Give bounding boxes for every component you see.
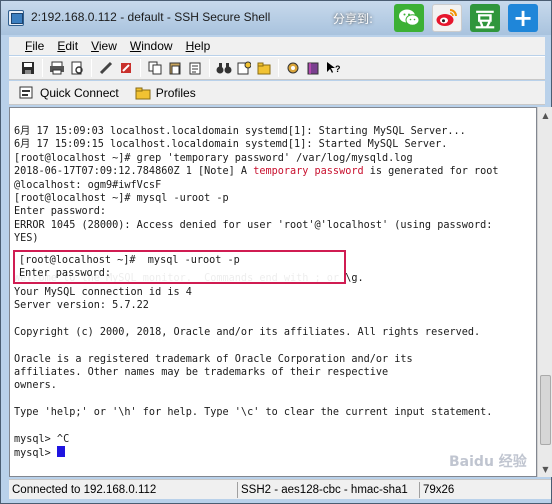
terminal-line: @localhost: ogm9#iwfVcsF <box>14 179 162 191</box>
share-weibo-button[interactable] <box>432 4 462 32</box>
find-icon[interactable] <box>97 59 115 77</box>
text-cursor <box>56 446 65 458</box>
share-label: 分享到: <box>333 12 374 26</box>
terminal-line: Your MySQL connection id is 4 <box>14 286 192 298</box>
toolbar-separator <box>140 59 141 77</box>
menu-help[interactable]: Help <box>186 39 211 53</box>
scrollbar-thumb[interactable] <box>540 375 551 445</box>
watermark: Baidu 经验 <box>449 454 527 470</box>
menu-edit[interactable]: Edit <box>57 39 78 53</box>
toolbar-separator <box>91 59 92 77</box>
terminal-line: Enter password: <box>19 268 112 280</box>
print-preview-icon[interactable] <box>68 59 86 77</box>
connect-bar: Quick Connect Profiles <box>9 81 545 105</box>
menu-bar: File Edit View Window Help <box>9 37 545 55</box>
terminal-line: Oracle is a registered trademark of Orac… <box>14 353 413 365</box>
terminal-line: ERROR 1045 (28000): Access denied for us… <box>14 219 493 231</box>
copy-icon[interactable] <box>146 59 164 77</box>
terminal-line: [root@localhost ~]# grep 'temporary pass… <box>14 152 413 164</box>
toolbar-separator <box>42 59 43 77</box>
toolbar: ? <box>9 56 545 80</box>
terminal-view[interactable]: 6月 17 15:09:03 localhost.localdomain sys… <box>9 107 537 477</box>
menu-view[interactable]: View <box>91 39 117 53</box>
terminal-line: Enter password: <box>14 206 107 218</box>
terminal-line: 2018-06-17T07:09:12.784860Z 1 [Note] A t… <box>14 166 499 178</box>
terminal-line: owners. <box>14 380 57 392</box>
wechat-icon <box>399 9 420 26</box>
settings-icon[interactable] <box>117 59 135 77</box>
toolbar-separator <box>278 59 279 77</box>
help-pointer-icon[interactable]: ? <box>324 59 342 77</box>
terminal-line: 6月 17 15:09:15 localhost.localdomain sys… <box>14 139 448 151</box>
terminal-line: YES) <box>14 233 39 245</box>
window-title: 2:192.168.0.112 - default - SSH Secure S… <box>31 10 271 24</box>
folder-icon <box>135 87 151 99</box>
profiles-label: Profiles <box>155 85 196 100</box>
annotation-highlight-box: [root@localhost ~]# mysql -uroot -p Ente… <box>13 250 346 284</box>
scroll-up-icon[interactable]: ▲ <box>538 107 552 123</box>
terminal-line: 6月 17 15:09:03 localhost.localdomain sys… <box>14 126 466 137</box>
title-bar[interactable]: 2:192.168.0.112 - default - SSH Secure S… <box>1 1 551 35</box>
quick-connect-label: Quick Connect <box>40 85 119 100</box>
connection-status: Connected to 192.168.0.112 <box>12 484 157 496</box>
quick-connect-button[interactable]: Quick Connect <box>19 86 119 100</box>
book-icon[interactable] <box>304 59 322 77</box>
gear-icon[interactable] <box>284 59 302 77</box>
cipher-status: SSH2 - aes128-cbc - hmac-sha1 <box>237 482 408 498</box>
binoculars-icon[interactable] <box>215 59 233 77</box>
menu-file[interactable]: File <box>25 39 44 53</box>
weibo-icon <box>436 9 457 26</box>
terminal-line: Server version: 5.7.22 <box>14 300 149 312</box>
terminal-line: affiliates. Other names may be trademark… <box>14 367 389 379</box>
scroll-down-icon[interactable]: ▼ <box>538 461 552 477</box>
svg-text:?: ? <box>335 64 340 74</box>
paste-icon[interactable] <box>166 59 184 77</box>
profiles-button[interactable]: Profiles <box>135 86 196 100</box>
grep-match-highlight: temporary password <box>253 166 364 178</box>
terminal-line: [root@localhost ~]# mysql -uroot -p <box>14 192 229 204</box>
share-douban-button[interactable]: 豆 <box>470 4 500 32</box>
vertical-scrollbar[interactable]: ▲ ▼ <box>537 107 552 477</box>
save-icon[interactable] <box>19 59 37 77</box>
app-icon[interactable] <box>8 10 24 26</box>
terminal-line: Copyright (c) 2000, 2018, Oracle and/or … <box>14 326 481 338</box>
terminal-prompt-line[interactable]: mysql> <box>14 446 499 459</box>
terminal-size-status: 79x26 <box>419 482 454 498</box>
share-wechat-button[interactable] <box>394 4 424 32</box>
toolbar-separator <box>209 59 210 77</box>
status-bar: Connected to 192.168.0.112 SSH2 - aes128… <box>9 479 551 499</box>
terminal-line: mysql> ^C <box>14 433 70 445</box>
ssh-client-window: 2:192.168.0.112 - default - SSH Secure S… <box>0 0 552 504</box>
quick-connect-icon <box>19 86 33 98</box>
share-more-button[interactable]: + <box>508 4 538 32</box>
paste-special-icon[interactable] <box>186 59 204 77</box>
terminal-line: [root@localhost ~]# mysql -uroot -p <box>19 255 240 266</box>
new-profile-icon[interactable] <box>235 59 253 77</box>
menu-window[interactable]: Window <box>130 39 173 53</box>
terminal-line: Type 'help;' or '\h' for help. Type '\c'… <box>14 407 493 419</box>
print-icon[interactable] <box>48 59 66 77</box>
terminal-output: 6月 17 15:09:03 localhost.localdomain sys… <box>14 125 499 460</box>
folder-transfer-icon[interactable] <box>255 59 273 77</box>
